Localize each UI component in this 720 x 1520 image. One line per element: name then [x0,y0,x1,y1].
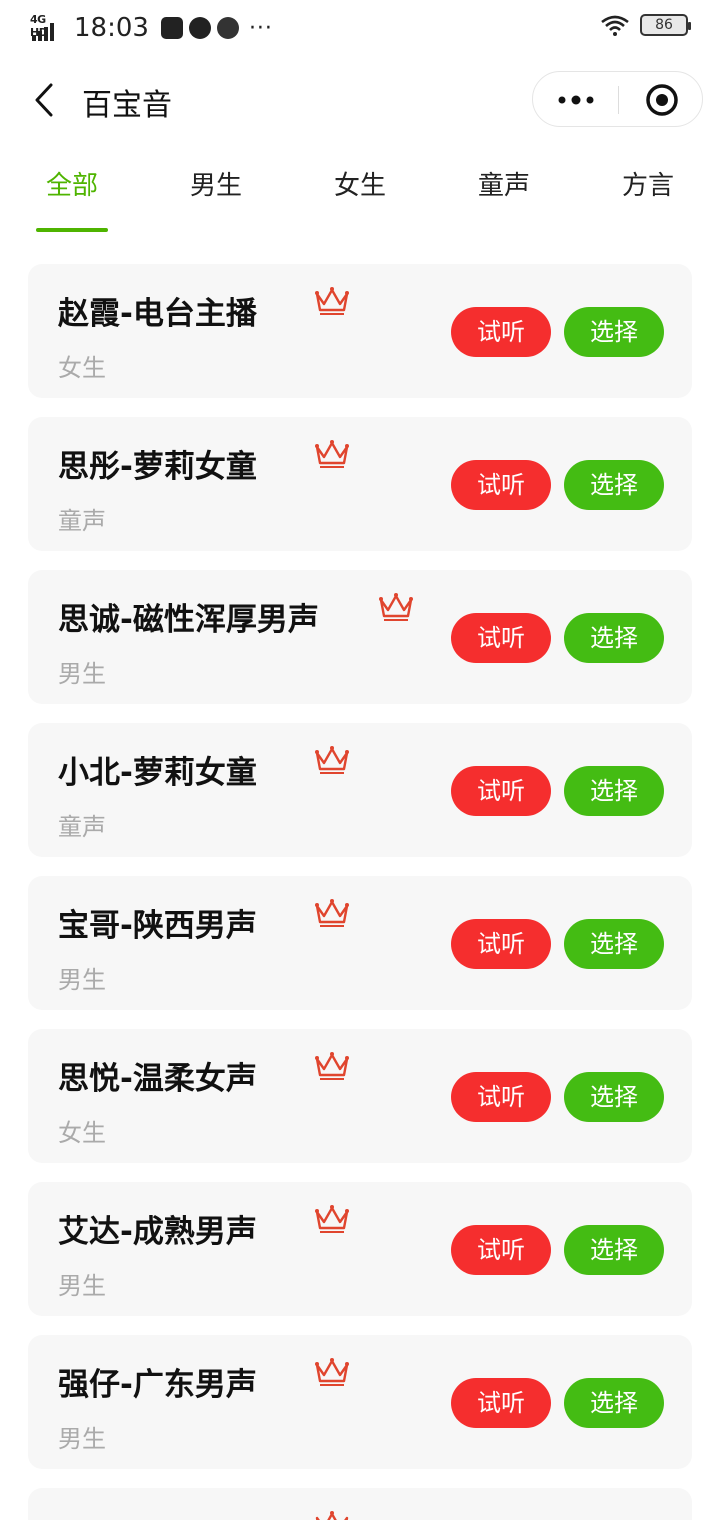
crown-icon [315,1358,349,1386]
voice-name: 赵霞-电台主播 [58,296,257,332]
select-button[interactable]: 选择 [564,766,664,816]
crown-icon [315,1511,349,1520]
more-notifications-icon: ··· [248,15,273,41]
listen-button[interactable]: 试听 [451,919,551,969]
select-button[interactable]: 选择 [564,1072,664,1122]
voice-category: 童声 [58,507,106,535]
listen-button[interactable]: 试听 [451,460,551,510]
browser-icon [188,17,211,39]
voice-name: 思诚-磁性浑厚男声 [58,602,319,638]
tab-dialect[interactable]: 方言 [598,160,698,212]
battery-level: 86 [655,17,673,33]
tab-active-indicator [36,228,108,232]
chevron-left-icon [35,83,53,117]
voice-category: 男生 [58,1425,106,1453]
tab-all[interactable]: 全部 [22,160,122,212]
voice-name: 强仔-广东男声 [58,1367,257,1403]
close-miniprogram-button[interactable] [619,72,704,128]
list-item: 思悦-温柔女声 女生 试听 选择 [28,1029,692,1163]
crown-icon [315,899,349,927]
voice-name: 思彤-萝莉女童 [58,449,257,485]
nav-bar: 百宝音 [0,60,720,140]
listen-button[interactable]: 试听 [451,1378,551,1428]
select-button[interactable]: 选择 [564,919,664,969]
select-button[interactable]: 选择 [564,1225,664,1275]
wechat-icon [216,17,239,39]
voice-category: 女生 [58,354,106,382]
status-bar: 4G HD 18:03 ··· 86 [0,0,720,56]
list-item: 小北-萝莉女童 童声 试听 选择 [28,723,692,857]
crown-icon [315,1052,349,1080]
tab-female[interactable]: 女生 [310,160,410,212]
tab-male[interactable]: 男生 [166,160,266,212]
list-item: 强仔-广东男声 男生 试听 选择 [28,1335,692,1469]
voice-name: 艾达-成熟男声 [58,1214,257,1250]
list-item: 思彤-萝莉女童 童声 试听 选择 [28,417,692,551]
target-close-icon [645,84,678,116]
listen-button[interactable]: 试听 [451,1225,551,1275]
crown-icon [315,1205,349,1233]
back-button[interactable] [24,78,64,122]
listen-button[interactable]: 试听 [451,307,551,357]
crown-icon [315,746,349,774]
list-item-partial [28,1488,692,1520]
select-button[interactable]: 选择 [564,307,664,357]
select-button[interactable]: 选择 [564,613,664,663]
voice-category: 女生 [58,1119,106,1147]
crown-icon [379,593,413,621]
list-item: 思诚-磁性浑厚男声 男生 试听 选择 [28,570,692,704]
status-left: 4G HD 18:03 ··· [30,10,273,46]
more-menu-button[interactable] [533,72,618,128]
voice-name: 小北-萝莉女童 [58,755,257,791]
listen-button[interactable]: 试听 [451,1072,551,1122]
crown-icon [315,440,349,468]
miniprogram-capsule [532,71,703,127]
crown-icon [315,287,349,315]
select-button[interactable]: 选择 [564,1378,664,1428]
voice-category: 童声 [58,813,106,841]
list-item: 宝哥-陕西男声 男生 试听 选择 [28,876,692,1010]
voice-category: 男生 [58,966,106,994]
voice-category: 男生 [58,1272,106,1300]
list-item: 赵霞-电台主播 女生 试听 选择 [28,264,692,398]
page-title: 百宝音 [82,88,172,123]
status-time: 18:03 [74,13,149,43]
voice-list: 赵霞-电台主播 女生 试听 选择 思彤-萝莉女童 童声 试听 选择 思诚-磁性浑… [28,264,692,1520]
category-tabs: 全部 男生 女生 童声 方言 [0,160,720,232]
list-item: 艾达-成熟男声 男生 试听 选择 [28,1182,692,1316]
select-button[interactable]: 选择 [564,460,664,510]
message-icon [160,17,183,39]
voice-name: 宝哥-陕西男声 [58,908,257,944]
wifi-icon [601,15,629,36]
cellular-signal-icon: 4G HD [30,13,66,43]
voice-category: 男生 [58,660,106,688]
more-dots-icon [558,95,593,105]
tab-child[interactable]: 童声 [454,160,554,212]
battery-icon: 86 [640,14,691,36]
listen-button[interactable]: 试听 [451,613,551,663]
status-right: 86 [600,14,691,36]
voice-name: 思悦-温柔女声 [58,1061,257,1097]
listen-button[interactable]: 试听 [451,766,551,816]
